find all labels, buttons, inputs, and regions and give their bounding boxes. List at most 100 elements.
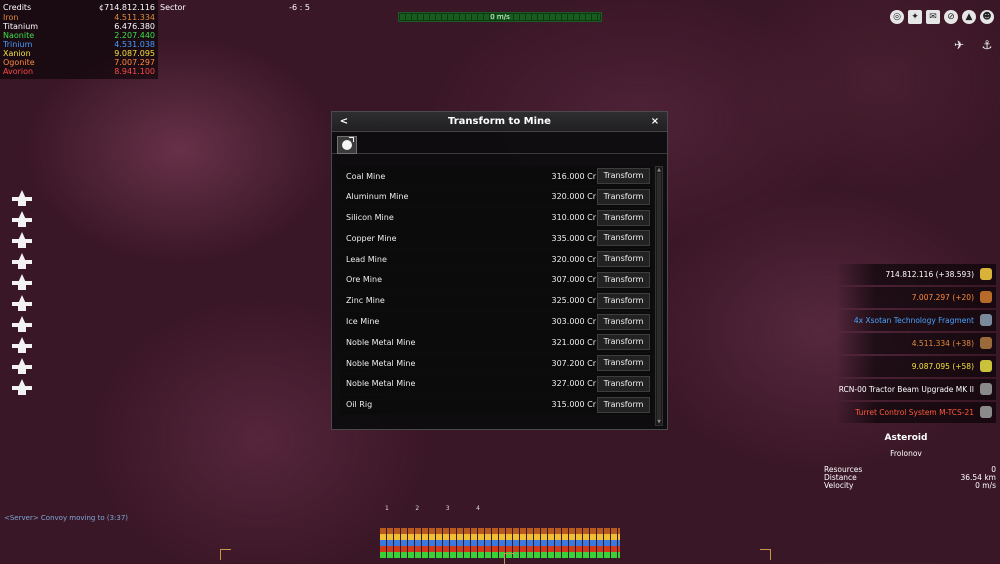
notification-text: 9.087.095 (+58) [911, 362, 974, 371]
tab-mine[interactable] [337, 136, 357, 154]
transform-button[interactable]: Transform [597, 313, 650, 330]
scrollbar[interactable]: ▲ ▼ [655, 166, 663, 426]
mine-price: 320.000 Cr [551, 254, 597, 264]
notification-item: 7.007.297 (+20) [836, 287, 996, 308]
mine-price: 315.000 Cr [551, 400, 597, 410]
resource-row: Avorion 8.941.100 [3, 67, 155, 76]
build-icon[interactable]: ✦ [908, 10, 922, 24]
mine-price: 327.000 Cr [551, 379, 597, 389]
ship-icon[interactable]: ▲ [962, 10, 976, 24]
transform-button[interactable]: Transform [597, 230, 650, 247]
fleet-ship-icon[interactable] [12, 190, 32, 206]
transform-button[interactable]: Transform [597, 396, 650, 413]
fleet-ship-icon[interactable] [12, 316, 32, 332]
turret-system-icon [980, 406, 992, 418]
notification-item: 4x Xsotan Technology Fragment [836, 310, 996, 331]
slot-number[interactable]: 2 [415, 505, 419, 512]
notification-text: 4.511.334 (+38) [911, 339, 974, 348]
target-info: Asteroid Frolonov Resources 0 Distance 3… [816, 433, 996, 490]
resource-value: 7.007.297 [114, 58, 155, 67]
notification-item: RCN-00 Tractor Beam Upgrade MK II [836, 379, 996, 400]
resource-value: 6.476.380 [114, 22, 155, 31]
transform-button[interactable]: Transform [597, 251, 650, 268]
mine-row: Oil Rig 315.000 Cr Transform [340, 394, 652, 415]
resource-row: Xanion 9.087.095 [3, 49, 155, 58]
mine-price: 307.000 Cr [551, 275, 597, 285]
slot-number[interactable]: 3 [446, 505, 450, 512]
transform-button[interactable]: Transform [597, 168, 650, 184]
notification-item: 4.511.334 (+38) [836, 333, 996, 354]
fleet-ship-icon[interactable] [12, 358, 32, 374]
scroll-thumb[interactable] [657, 173, 661, 419]
resource-name: Titanium [3, 22, 39, 31]
resource-name: Naonite [3, 31, 35, 40]
dialog-tabbar [332, 132, 667, 154]
iron-icon [980, 337, 992, 349]
mine-row: Ore Mine 307.000 Cr Transform [340, 269, 652, 290]
fleet-ship-icon[interactable] [12, 211, 32, 227]
mine-price: 316.000 Cr [551, 171, 597, 181]
resource-value: 4.511.334 [114, 13, 155, 22]
fleet-ship-icon[interactable] [12, 253, 32, 269]
resource-row: Trinium 4.531.038 [3, 40, 155, 49]
transform-button[interactable]: Transform [597, 334, 650, 351]
transform-button[interactable]: Transform [597, 188, 650, 205]
station-icon[interactable]: ⚓ [980, 38, 994, 52]
mine-name: Ice Mine [346, 317, 380, 327]
resource-name: Iron [3, 13, 19, 22]
top-right-toolbar-2: ✈ ⚓ [952, 38, 994, 52]
corner-bracket [220, 549, 231, 560]
mine-name: Copper Mine [346, 233, 397, 243]
sector-display: Sector -6 : 5 [160, 3, 310, 12]
mine-row: Copper Mine 335.000 Cr Transform [340, 228, 652, 249]
velocity-value: 0 m/s [975, 481, 996, 490]
notification-list: 714.812.116 (+38.593) 7.007.297 (+20) 4x X… [836, 264, 996, 425]
mine-name: Oil Rig [346, 400, 373, 410]
notification-text: 714.812.116 (+38.593) [885, 270, 974, 279]
mine-row: Noble Metal Mine 327.000 Cr Transform [340, 373, 652, 394]
transform-button[interactable]: Transform [597, 209, 650, 226]
mine-row: Noble Metal Mine 321.000 Cr Transform [340, 332, 652, 353]
credits-row: Credits ¢714.812.116 [3, 2, 155, 13]
player-icon[interactable]: ☻ [980, 10, 994, 24]
mine-row: Lead Mine 320.000 Cr Transform [340, 249, 652, 270]
ogonite-icon [980, 291, 992, 303]
transform-dialog: < Transform to Mine × Coal Mine 316.000 C… [331, 111, 668, 430]
mine-name: Aluminum Mine [346, 192, 409, 202]
target-icon[interactable]: ◎ [890, 10, 904, 24]
notification-text: RCN-00 Tractor Beam Upgrade MK II [838, 385, 974, 394]
fleet-ship-icon[interactable] [12, 337, 32, 353]
compass-icon[interactable]: ⊘ [944, 10, 958, 24]
slot-number[interactable]: 4 [476, 505, 480, 512]
resource-row: Iron 4.511.334 [3, 13, 155, 22]
fleet-ship-icon[interactable] [12, 232, 32, 248]
fleet-ship-icon[interactable] [12, 295, 32, 311]
mine-name: Noble Metal Mine [346, 379, 416, 389]
notification-item: 9.087.095 (+58) [836, 356, 996, 377]
fleet-ship-icon[interactable] [12, 379, 32, 395]
notification-item: Turret Control System M-TCS-21 [836, 402, 996, 423]
resource-name: Trinium [3, 40, 33, 49]
credits-label: Credits [3, 3, 32, 12]
credits-value: ¢714.812.116 [99, 3, 155, 12]
resource-value: 8.941.100 [114, 67, 155, 76]
close-button[interactable]: × [649, 116, 661, 127]
transform-button[interactable]: Transform [597, 375, 650, 392]
weapon-slots: 1 2 3 4 [385, 505, 480, 512]
velocity-label: Velocity [824, 481, 854, 490]
transform-button[interactable]: Transform [597, 271, 650, 288]
transform-button[interactable]: Transform [597, 292, 650, 309]
notification-text: 4x Xsotan Technology Fragment [853, 316, 974, 325]
fleet-ship-icon[interactable] [12, 274, 32, 290]
mine-row: Noble Metal Mine 307.200 Cr Transform [340, 353, 652, 374]
sector-value: -6 : 5 [289, 3, 310, 12]
transform-button[interactable]: Transform [597, 355, 650, 372]
target-name: Asteroid [884, 433, 928, 443]
slot-number[interactable]: 1 [385, 505, 389, 512]
mail-icon[interactable]: ✉ [926, 10, 940, 24]
back-button[interactable]: < [338, 116, 350, 127]
speed-bar: 0 m/s [398, 12, 602, 22]
resource-value: 9.087.095 [114, 49, 155, 58]
satellite-icon[interactable]: ✈ [952, 38, 966, 52]
scroll-down-icon[interactable]: ▼ [656, 419, 662, 425]
